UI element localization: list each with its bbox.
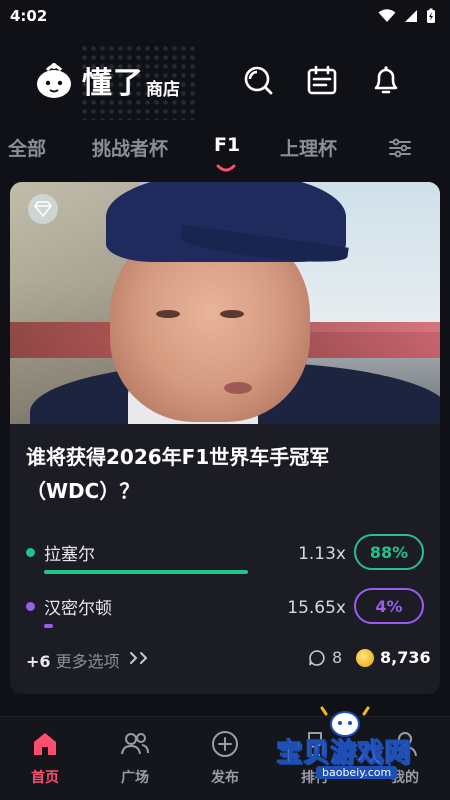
- tab-f1[interactable]: F1: [214, 134, 240, 156]
- nav-label: 发布: [211, 770, 239, 786]
- nav-publish[interactable]: 发布: [190, 729, 260, 787]
- comments-value: 8: [332, 648, 343, 667]
- watermark-text: 宝贝游戏网: [275, 738, 412, 769]
- option-percent-button[interactable]: 88%: [354, 534, 424, 570]
- nav-label: 首页: [31, 770, 59, 786]
- plus-circle-icon: [212, 731, 238, 757]
- coin-icon: [356, 648, 374, 667]
- option-bullet: [26, 602, 35, 611]
- nav-label: 广场: [121, 770, 149, 786]
- option-percent-button[interactable]: 4%: [354, 588, 424, 624]
- home-icon: [34, 733, 56, 755]
- nav-square[interactable]: 广场: [100, 729, 170, 787]
- search-icon[interactable]: [242, 64, 274, 96]
- app-header: 懂了 商店: [0, 44, 450, 120]
- comments-count[interactable]: 8: [308, 648, 342, 667]
- filter-sliders-icon[interactable]: [388, 138, 412, 158]
- card-footer: +6 更多选项 8 8,736: [10, 648, 440, 678]
- nav-home[interactable]: 首页: [10, 729, 80, 787]
- option-odds: 15.65x: [287, 598, 346, 618]
- diamond-icon: [28, 194, 58, 224]
- option-row[interactable]: 汉密尔顿 15.65x 4%: [10, 588, 440, 634]
- question-title: 谁将获得2026年F1世界车手冠军（WDC）？: [26, 445, 330, 503]
- option-row[interactable]: 拉塞尔 1.13x 88%: [10, 534, 440, 580]
- status-time: 4:02: [10, 7, 48, 25]
- brand-name: 懂了: [82, 66, 144, 101]
- tab-shangli-cup[interactable]: 上理杯: [280, 134, 337, 161]
- tab-challenger-cup[interactable]: 挑战者杯: [92, 134, 168, 161]
- calendar-icon[interactable]: [306, 64, 338, 96]
- category-tabs: 全部 挑战者杯 F1 上理杯: [0, 134, 450, 174]
- option-progress-bar: [44, 624, 53, 628]
- people-icon: [121, 733, 149, 755]
- coins-pool: 8,736: [356, 648, 431, 667]
- tab-all[interactable]: 全部: [8, 134, 46, 161]
- app-logo: 懂了 商店: [34, 58, 180, 102]
- more-options-link[interactable]: +6 更多选项: [26, 648, 120, 672]
- option-progress-bar: [44, 570, 248, 574]
- active-tab-indicator: [216, 164, 236, 172]
- coins-value: 8,736: [380, 648, 431, 667]
- watermark-url: baobeiy.com: [316, 766, 398, 779]
- more-options-count: +6: [26, 652, 51, 671]
- battery-icon: [427, 8, 435, 23]
- option-name: 汉密尔顿: [44, 599, 112, 619]
- option-bullet: [26, 548, 35, 557]
- watermark: 宝贝游戏网 baobeiy.com: [272, 704, 442, 784]
- signal-icon: [405, 10, 417, 22]
- option-name: 拉塞尔: [44, 545, 95, 565]
- double-chevron-right-icon[interactable]: [128, 650, 152, 666]
- mascot-logo-icon: [37, 63, 71, 98]
- status-bar: 4:02: [0, 0, 450, 32]
- notification-bell-icon[interactable]: [370, 64, 402, 96]
- option-odds: 1.13x: [298, 544, 346, 564]
- brand-subtitle: 商店: [146, 79, 180, 100]
- card-photo: [10, 182, 440, 424]
- wifi-icon: [378, 9, 396, 22]
- comment-bubble-icon: [309, 649, 325, 666]
- prediction-card[interactable]: 谁将获得2026年F1世界车手冠军（WDC）？ 拉塞尔 1.13x 88% 汉密…: [10, 182, 440, 694]
- system-icons: [378, 8, 436, 24]
- more-options-label: 更多选项: [55, 652, 120, 671]
